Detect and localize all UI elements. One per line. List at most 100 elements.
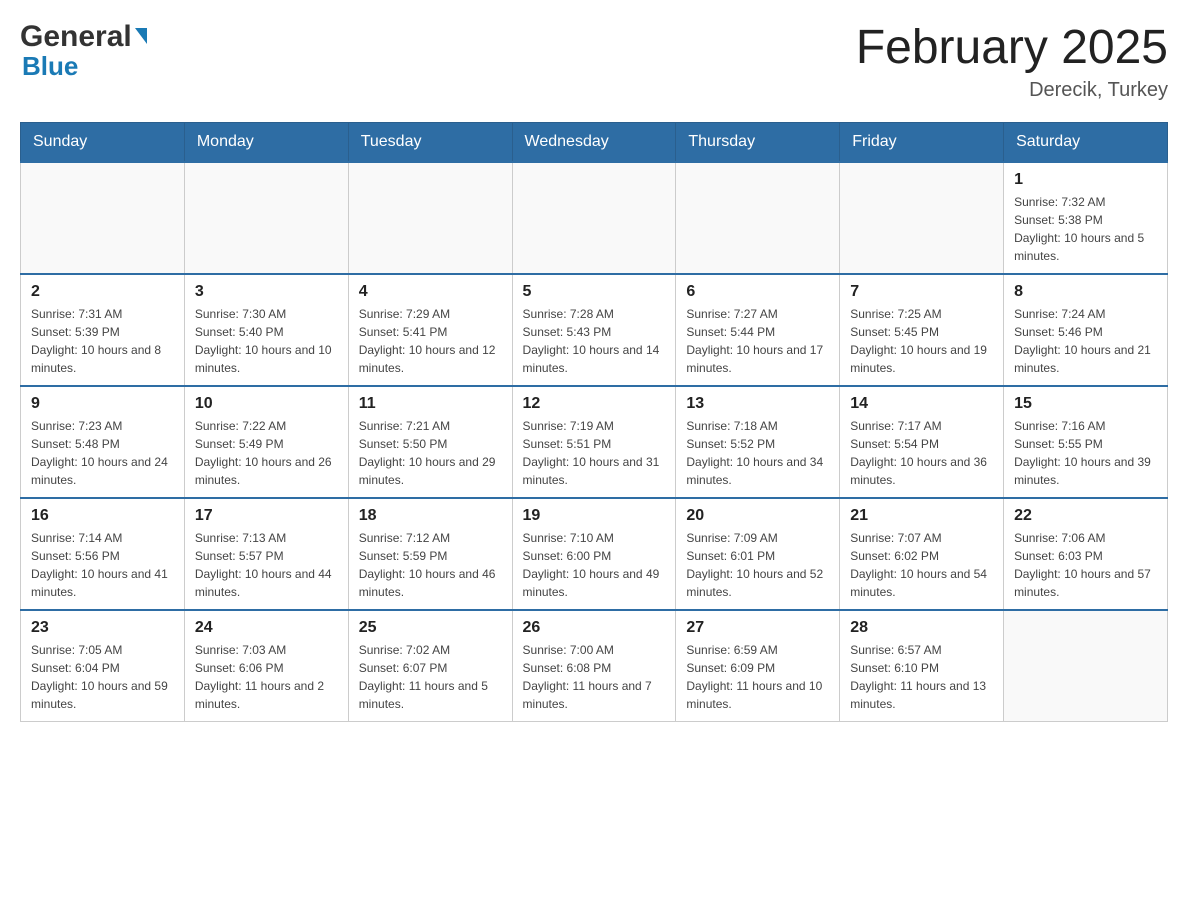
day-number: 8 [1014,283,1157,301]
day-cell: 19 Sunrise: 7:10 AM Sunset: 6:00 PM Dayli… [512,498,676,610]
day-number: 24 [195,619,338,637]
day-number: 14 [850,395,993,413]
day-info: Sunrise: 7:06 AM Sunset: 6:03 PM Dayligh… [1014,529,1157,601]
col-thursday: Thursday [676,123,840,163]
logo-general-text: General [20,20,147,53]
week-row-5: 23 Sunrise: 7:05 AM Sunset: 6:04 PM Dayli… [21,610,1168,722]
day-number: 11 [359,395,502,413]
day-cell: 5 Sunrise: 7:28 AM Sunset: 5:43 PM Daylig… [512,274,676,386]
main-title: February 2025 [856,20,1168,75]
day-number: 17 [195,507,338,525]
title-section: February 2025 Derecik, Turkey [856,20,1168,102]
day-info: Sunrise: 7:28 AM Sunset: 5:43 PM Dayligh… [523,305,666,377]
day-number: 20 [686,507,829,525]
day-number: 5 [523,283,666,301]
day-cell: 14 Sunrise: 7:17 AM Sunset: 5:54 PM Dayli… [840,386,1004,498]
day-info: Sunrise: 6:57 AM Sunset: 6:10 PM Dayligh… [850,641,993,713]
day-info: Sunrise: 7:25 AM Sunset: 5:45 PM Dayligh… [850,305,993,377]
day-info: Sunrise: 7:03 AM Sunset: 6:06 PM Dayligh… [195,641,338,713]
day-cell: 23 Sunrise: 7:05 AM Sunset: 6:04 PM Dayli… [21,610,185,722]
col-tuesday: Tuesday [348,123,512,163]
day-info: Sunrise: 7:31 AM Sunset: 5:39 PM Dayligh… [31,305,174,377]
day-cell: 21Sunrise: 7:07 AM Sunset: 6:02 PM Dayli… [840,498,1004,610]
col-saturday: Saturday [1004,123,1168,163]
week-row-2: 2 Sunrise: 7:31 AM Sunset: 5:39 PM Daylig… [21,274,1168,386]
day-cell: 17 Sunrise: 7:13 AM Sunset: 5:57 PM Dayli… [184,498,348,610]
day-number: 18 [359,507,502,525]
day-cell: 24 Sunrise: 7:03 AM Sunset: 6:06 PM Dayli… [184,610,348,722]
day-cell: 1 Sunrise: 7:32 AM Sunset: 5:38 PM Daylig… [1004,162,1168,274]
day-info: Sunrise: 7:32 AM Sunset: 5:38 PM Dayligh… [1014,193,1157,265]
day-info: Sunrise: 7:05 AM Sunset: 6:04 PM Dayligh… [31,641,174,713]
day-cell: 28 Sunrise: 6:57 AM Sunset: 6:10 PM Dayli… [840,610,1004,722]
day-number: 1 [1014,171,1157,189]
day-cell: 22 Sunrise: 7:06 AM Sunset: 6:03 PM Dayli… [1004,498,1168,610]
calendar-table: Sunday Monday Tuesday Wednesday Thursday… [20,122,1168,722]
week-row-3: 9Sunrise: 7:23 AM Sunset: 5:48 PM Daylig… [21,386,1168,498]
subtitle: Derecik, Turkey [856,79,1168,102]
day-number: 2 [31,283,174,301]
day-number: 19 [523,507,666,525]
day-number: 26 [523,619,666,637]
day-number: 21 [850,507,993,525]
day-cell: 2 Sunrise: 7:31 AM Sunset: 5:39 PM Daylig… [21,274,185,386]
day-info: Sunrise: 7:10 AM Sunset: 6:00 PM Dayligh… [523,529,666,601]
day-cell: 7 Sunrise: 7:25 AM Sunset: 5:45 PM Daylig… [840,274,1004,386]
col-monday: Monday [184,123,348,163]
day-cell: 25 Sunrise: 7:02 AM Sunset: 6:07 PM Dayli… [348,610,512,722]
day-cell: 18 Sunrise: 7:12 AM Sunset: 5:59 PM Dayli… [348,498,512,610]
day-cell [21,162,185,274]
day-cell: 12 Sunrise: 7:19 AM Sunset: 5:51 PM Dayli… [512,386,676,498]
day-number: 3 [195,283,338,301]
day-info: Sunrise: 7:21 AM Sunset: 5:50 PM Dayligh… [359,417,502,489]
day-cell: 3 Sunrise: 7:30 AM Sunset: 5:40 PM Daylig… [184,274,348,386]
col-wednesday: Wednesday [512,123,676,163]
day-number: 28 [850,619,993,637]
day-info: Sunrise: 7:24 AM Sunset: 5:46 PM Dayligh… [1014,305,1157,377]
day-number: 6 [686,283,829,301]
logo-blue-text: Blue [22,53,78,79]
day-info: Sunrise: 7:12 AM Sunset: 5:59 PM Dayligh… [359,529,502,601]
day-cell [1004,610,1168,722]
day-info: Sunrise: 7:22 AM Sunset: 5:49 PM Dayligh… [195,417,338,489]
day-cell: 27Sunrise: 6:59 AM Sunset: 6:09 PM Dayli… [676,610,840,722]
day-info: Sunrise: 7:02 AM Sunset: 6:07 PM Dayligh… [359,641,502,713]
day-info: Sunrise: 7:00 AM Sunset: 6:08 PM Dayligh… [523,641,666,713]
day-number: 10 [195,395,338,413]
day-info: Sunrise: 7:30 AM Sunset: 5:40 PM Dayligh… [195,305,338,377]
day-number: 12 [523,395,666,413]
day-cell [840,162,1004,274]
day-cell [676,162,840,274]
day-number: 4 [359,283,502,301]
day-cell [184,162,348,274]
day-cell: 9Sunrise: 7:23 AM Sunset: 5:48 PM Daylig… [21,386,185,498]
day-number: 27 [686,619,829,637]
day-cell: 16Sunrise: 7:14 AM Sunset: 5:56 PM Dayli… [21,498,185,610]
day-info: Sunrise: 7:18 AM Sunset: 5:52 PM Dayligh… [686,417,829,489]
week-row-4: 16Sunrise: 7:14 AM Sunset: 5:56 PM Dayli… [21,498,1168,610]
day-info: Sunrise: 7:13 AM Sunset: 5:57 PM Dayligh… [195,529,338,601]
day-cell: 26 Sunrise: 7:00 AM Sunset: 6:08 PM Dayli… [512,610,676,722]
day-cell: 10 Sunrise: 7:22 AM Sunset: 5:49 PM Dayli… [184,386,348,498]
day-cell [512,162,676,274]
day-cell: 6 Sunrise: 7:27 AM Sunset: 5:44 PM Daylig… [676,274,840,386]
day-number: 7 [850,283,993,301]
logo: General Blue [20,20,147,79]
col-friday: Friday [840,123,1004,163]
day-info: Sunrise: 7:23 AM Sunset: 5:48 PM Dayligh… [31,417,174,489]
week-row-1: 1 Sunrise: 7:32 AM Sunset: 5:38 PM Daylig… [21,162,1168,274]
day-number: 23 [31,619,174,637]
day-number: 25 [359,619,502,637]
day-info: Sunrise: 7:17 AM Sunset: 5:54 PM Dayligh… [850,417,993,489]
day-number: 22 [1014,507,1157,525]
page-header: General Blue February 2025 Derecik, Turk… [20,20,1168,102]
col-sunday: Sunday [21,123,185,163]
day-info: Sunrise: 7:09 AM Sunset: 6:01 PM Dayligh… [686,529,829,601]
day-cell [348,162,512,274]
day-info: Sunrise: 7:19 AM Sunset: 5:51 PM Dayligh… [523,417,666,489]
day-info: Sunrise: 7:16 AM Sunset: 5:55 PM Dayligh… [1014,417,1157,489]
day-cell: 13Sunrise: 7:18 AM Sunset: 5:52 PM Dayli… [676,386,840,498]
day-info: Sunrise: 7:27 AM Sunset: 5:44 PM Dayligh… [686,305,829,377]
day-cell: 11 Sunrise: 7:21 AM Sunset: 5:50 PM Dayli… [348,386,512,498]
day-cell: 20 Sunrise: 7:09 AM Sunset: 6:01 PM Dayli… [676,498,840,610]
